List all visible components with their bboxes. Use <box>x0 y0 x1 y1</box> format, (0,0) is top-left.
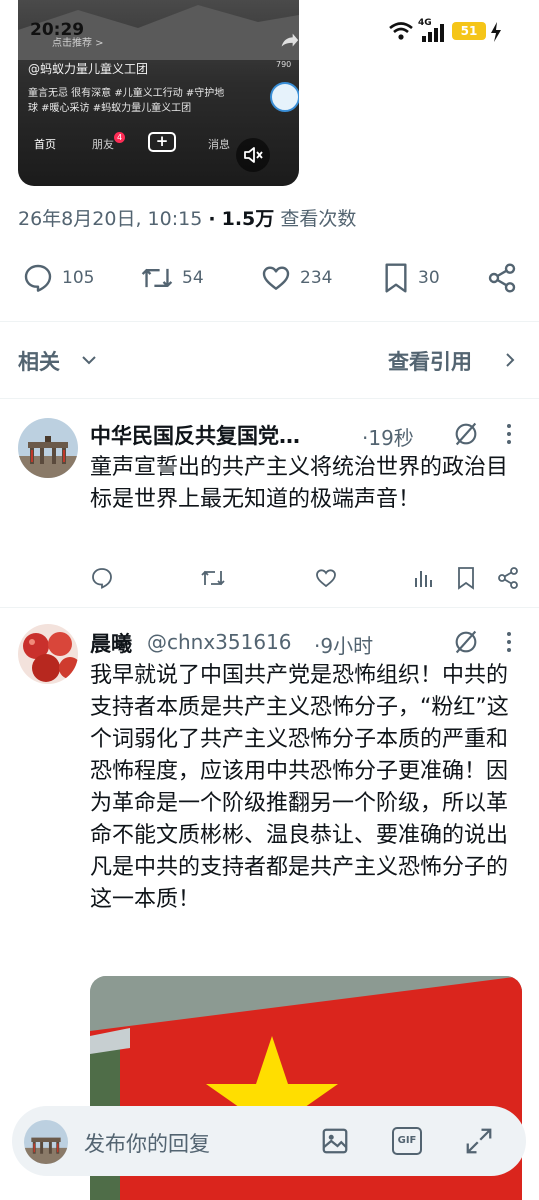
bookmark-icon[interactable] <box>456 566 476 590</box>
video-description-line1: 童言无忌 很有深意 #儿童义工行动 #守护地 <box>28 88 225 99</box>
reply-author-name[interactable]: 晨曦 <box>90 628 132 658</box>
video-nav-home: 首页 <box>34 138 56 151</box>
video-creator-avatar[interactable] <box>270 82 299 112</box>
battery-indicator: 51 <box>452 22 486 40</box>
share-arrow-icon[interactable] <box>278 30 299 52</box>
video-description-line2: 球 #暖心采访 #蚂蚁力量儿童义工团 <box>28 103 192 114</box>
retweet-icon[interactable] <box>200 566 226 590</box>
tweet-date: 26年8月20日, 10:15 <box>18 208 203 230</box>
more-options-icon[interactable] <box>504 630 514 654</box>
wifi-icon <box>389 22 413 40</box>
avatar[interactable] <box>18 624 78 684</box>
speaker-muted-icon <box>244 147 263 163</box>
gif-button[interactable]: GIF <box>392 1127 422 1155</box>
grok-icon[interactable] <box>452 628 480 656</box>
grok-icon[interactable] <box>452 420 480 448</box>
reply-text: 童声宣誓出的共产主义将统治世界的政治目标是世界上最无知道的极端声音！ <box>90 455 509 512</box>
share-icon <box>488 263 516 293</box>
reply-time: ·9小时 <box>314 634 374 658</box>
brandenburg-gate-avatar-icon <box>18 418 78 478</box>
like-action[interactable]: 234 <box>260 262 332 294</box>
reply-input[interactable]: 发布你的回复 <box>84 1128 210 1158</box>
brandenburg-gate-avatar-icon <box>24 1120 68 1164</box>
heart-icon <box>262 266 290 290</box>
view-quotes-link[interactable]: 查看引用 <box>388 346 472 376</box>
heart-icon[interactable] <box>314 566 338 590</box>
status-time: 20:29 <box>30 20 85 40</box>
video-nav-messages: 消息 <box>208 138 230 151</box>
like-count: 234 <box>300 268 333 288</box>
share-icon[interactable] <box>496 566 520 590</box>
bookmark-count: 30 <box>418 268 440 288</box>
reply-time: ·19秒 <box>362 426 414 450</box>
reply-count: 105 <box>62 268 95 288</box>
reply-composer[interactable]: 发布你的回复 GIF <box>12 1106 526 1176</box>
analytics-icon[interactable] <box>412 566 436 590</box>
reply-action[interactable]: 105 <box>22 262 94 294</box>
share-action[interactable] <box>486 262 518 294</box>
chevron-right-icon[interactable] <box>502 350 518 370</box>
divider <box>0 398 539 399</box>
divider <box>0 607 539 608</box>
meta-separator: · <box>208 208 216 230</box>
bookmark-icon <box>385 263 407 293</box>
avatar[interactable] <box>18 418 78 478</box>
charging-icon <box>491 22 501 42</box>
signal-icon <box>422 24 444 42</box>
my-avatar <box>24 1120 68 1164</box>
reply-actions <box>90 566 520 592</box>
video-author-handle: @蚂蚁力量儿童义工团 <box>28 62 149 76</box>
reply-text: 我早就说了中国共产党是恐怖组织！中共的支持者本质是共产主义恐怖分子，“粉红”这个… <box>90 663 509 912</box>
retweet-count: 54 <box>182 268 204 288</box>
video-nav-friends: 朋友 <box>92 138 114 151</box>
retweet-action[interactable]: 54 <box>140 262 204 294</box>
video-nav-badge: 4 <box>114 132 125 143</box>
mute-button[interactable] <box>236 138 270 172</box>
tweet-timestamp-views: 26年8月20日, 10:15 · 1.5万 查看次数 <box>18 204 356 231</box>
more-options-icon[interactable] <box>504 422 514 446</box>
related-label: 相关 <box>18 350 60 374</box>
apples-avatar-icon <box>18 624 78 684</box>
reply-author-name[interactable]: 中华民国反共复国党… <box>90 420 300 450</box>
view-count: 1.5万 <box>221 208 275 230</box>
view-count-label: 查看次数 <box>280 208 357 230</box>
expand-icon[interactable] <box>464 1126 494 1156</box>
video-share-count: 790 <box>276 60 292 69</box>
reply-icon <box>24 264 52 292</box>
divider <box>0 321 539 322</box>
related-sort-dropdown[interactable]: 相关 <box>18 346 60 376</box>
bookmark-action[interactable]: 30 <box>382 262 440 294</box>
retweet-icon <box>141 268 173 288</box>
chevron-down-icon[interactable] <box>80 352 98 368</box>
reply-author-handle[interactable]: @chnx351616 <box>147 630 292 654</box>
reply-icon[interactable] <box>90 566 114 590</box>
video-nav-plus-icon: + <box>148 132 176 152</box>
image-icon[interactable] <box>320 1126 350 1156</box>
